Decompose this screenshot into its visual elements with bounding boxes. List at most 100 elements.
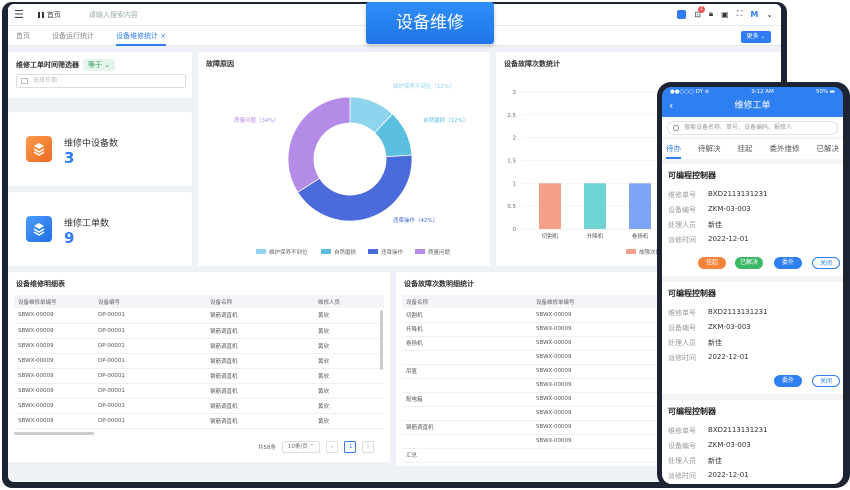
table-row[interactable]: 切割机 SBWX-00009 — [402, 308, 662, 323]
phone-title: 维修工单 — [734, 101, 771, 111]
tab-home[interactable]: 首页 — [16, 26, 30, 46]
table-row[interactable]: SBWX-00009 DP-00001 钢筋调直机 黄欣 — [14, 398, 384, 414]
tab-repair-stats-label: 设备维修统计 — [116, 31, 158, 40]
bar[interactable] — [629, 183, 651, 229]
home-link[interactable]: 首页 — [47, 10, 61, 20]
col-name: 设备名称 — [206, 295, 314, 308]
phone-tabs: 待办 待解决 挂起 委外维修 已解决 — [662, 139, 843, 159]
more-button[interactable]: 更多 ⌄ — [741, 31, 771, 43]
work-order-card[interactable]: 可编程控制器 维修单号 BXD2113131231 设备编号 ZKM-03-00… — [662, 282, 843, 394]
table-row[interactable]: SBWX-00009 DP-00001 钢筋调直机 黄欣 — [14, 308, 384, 324]
col-code: 设备编号 — [94, 295, 206, 308]
table-row[interactable]: SBWX-00009 DP-00001 钢筋调直机 黄欣 — [14, 368, 384, 384]
legend-label[interactable]: 质量问题 — [428, 248, 451, 256]
table-cell: 黄欣 — [314, 398, 384, 414]
theme-icon[interactable] — [677, 9, 687, 19]
prev-page-button[interactable]: ‹ — [326, 441, 338, 453]
phone-tab-todo[interactable]: 待办 — [666, 143, 681, 159]
work-order-card[interactable]: 可编程控制器 维修单号 BXD2113131231 设备编号 ZKM-03-00… — [662, 400, 843, 484]
y-tick-label: 1.5 — [507, 159, 516, 165]
table-cell: SBWX-00009 — [532, 364, 662, 379]
phone-tab-outsource[interactable]: 委外维修 — [770, 143, 800, 159]
x-tick-label: 切割机 — [542, 232, 559, 240]
bar[interactable] — [584, 183, 606, 229]
page-1-button[interactable]: 1 — [344, 441, 356, 453]
menu-icon[interactable]: ☰ — [14, 8, 24, 21]
notification-icon[interactable]: ⊡ 1 — [694, 5, 705, 19]
table-row[interactable]: SBWX-00009 DP-00001 钢筋调直机 黄欣 — [14, 383, 384, 399]
close-button[interactable]: 关闭 — [812, 375, 840, 387]
table-row[interactable]: 汇总 — [402, 448, 662, 463]
filter-card: 维修工单时间筛选器 等于 ⌄ 选择日期 — [8, 52, 192, 98]
table-row[interactable]: 吊篮 SBWX-00009 — [402, 364, 662, 379]
table-cell: SBWX-00009 — [532, 322, 662, 337]
total-count: 共58条 — [258, 445, 276, 451]
table-cell: SBWX-00009 — [14, 413, 94, 429]
table-row[interactable]: 卷扬机 SBWX-00009 — [402, 336, 662, 351]
work-order-card[interactable]: 可编程控制器 维修单号 BXD2113131231 设备编号 ZKM-03-00… — [662, 164, 843, 276]
horizontal-scrollbar[interactable] — [14, 432, 94, 435]
date-picker[interactable]: 选择日期 — [16, 74, 186, 88]
table-cell: 吊篮 — [402, 364, 532, 379]
bar[interactable] — [539, 183, 561, 229]
legend-swatch — [256, 249, 266, 254]
table-row[interactable]: SBWX-00009 — [402, 406, 662, 421]
table-row[interactable]: SBWX-00009 DP-00001 钢筋调直机 黄欣 — [14, 413, 384, 429]
table-cell: 黄欣 — [314, 383, 384, 399]
phone-search-input[interactable]: 搜索设备名称、单号、设备编码、报修人 — [667, 121, 838, 135]
pagination: 共58条 10条/页 ⌃ ‹ 1 › — [258, 441, 374, 453]
close-icon[interactable]: × — [160, 32, 166, 40]
legend-label[interactable]: 违章操作 — [381, 248, 404, 256]
repair-detail-card: 设备维修明细表 设备维修单编号 设备编号 设备名称 维修人员 SBWX-0000… — [8, 272, 390, 462]
vertical-scrollbar[interactable] — [380, 310, 383, 370]
page-size-select[interactable]: 10条/页 ⌃ — [282, 441, 320, 453]
solved-button[interactable]: 已解决 — [735, 257, 763, 269]
tab-repair-stats[interactable]: 设备维修统计 × — [116, 26, 167, 46]
device-code-value: ZKM-03-003 — [708, 323, 751, 331]
tab-running-stats[interactable]: 设备运行统计 — [52, 26, 94, 46]
table-cell: DP-00001 — [94, 368, 206, 384]
signal-text: ●●○○○ DY ≋ — [670, 89, 710, 95]
hang-button[interactable]: 挂起 — [698, 257, 726, 269]
table-row[interactable]: SBWX-00009 DP-00001 钢筋调直机 黄欣 — [14, 338, 384, 354]
table-row[interactable]: SBWX-00009 DP-00001 钢筋调直机 黄欣 — [14, 353, 384, 369]
table-cell: DP-00001 — [94, 413, 206, 429]
table-cell: 切割机 — [402, 308, 532, 323]
phone-tab-solved[interactable]: 已解决 — [817, 143, 840, 159]
search-icon — [673, 125, 679, 131]
next-page-button[interactable]: › — [362, 441, 374, 453]
fullscreen-icon[interactable]: ⛶ — [737, 9, 743, 19]
phone-tab-hang[interactable]: 挂起 — [738, 143, 753, 159]
order-no-label: 维修单号 — [668, 191, 696, 199]
table-cell: DP-00001 — [94, 353, 206, 369]
legend-label[interactable]: 自然磨损 — [334, 248, 357, 256]
donut-slice[interactable] — [287, 96, 351, 193]
legend-swatch — [626, 249, 636, 254]
table-cell: 钢筋调直机 — [206, 323, 314, 339]
top-icons: ⊡ 1 🔒︎ ▣ ⛶ M ⌄ — [677, 5, 773, 19]
legend-label[interactable]: 维护保养不到位 — [269, 248, 308, 256]
table-row[interactable]: SBWX-00009 — [402, 434, 662, 449]
global-search-input[interactable]: 请输入搜索内容 — [89, 10, 138, 20]
repair-table: 设备维修单编号 设备编号 设备名称 维修人员 SBWX-00009 DP-0000… — [14, 295, 384, 429]
table-row[interactable]: SBWX-00009 — [402, 378, 662, 393]
table-row[interactable]: 升降机 SBWX-00009 — [402, 322, 662, 337]
order-no-value: BXD2113131231 — [708, 308, 768, 316]
table-row[interactable]: 钢筋调直机 SBWX-00009 — [402, 420, 662, 435]
close-button[interactable]: 关闭 — [812, 257, 840, 269]
phone-tab-pending[interactable]: 待解决 — [698, 143, 721, 159]
legend-swatch — [368, 249, 378, 254]
table-row[interactable]: 配电箱 SBWX-00009 — [402, 392, 662, 407]
time-value: 2022-12-01 — [708, 235, 749, 243]
range-select[interactable]: 等于 ⌄ — [83, 59, 116, 71]
stat-value-repairing: 3 — [64, 149, 75, 167]
chevron-down-icon[interactable]: ⌄ — [766, 10, 773, 19]
shirt-icon[interactable]: ▣ — [721, 10, 729, 19]
lock-icon[interactable]: 🔒︎ — [709, 9, 713, 19]
outsource-button[interactable]: 委外 — [774, 257, 802, 269]
table-row[interactable]: SBWX-00009 DP-00001 钢筋调直机 黄欣 — [14, 323, 384, 339]
back-icon[interactable]: ‹ — [669, 97, 673, 115]
table-row[interactable]: SBWX-00009 — [402, 350, 662, 365]
outsource-button[interactable]: 委外 — [774, 375, 802, 387]
table-cell: 汇总 — [402, 448, 532, 463]
